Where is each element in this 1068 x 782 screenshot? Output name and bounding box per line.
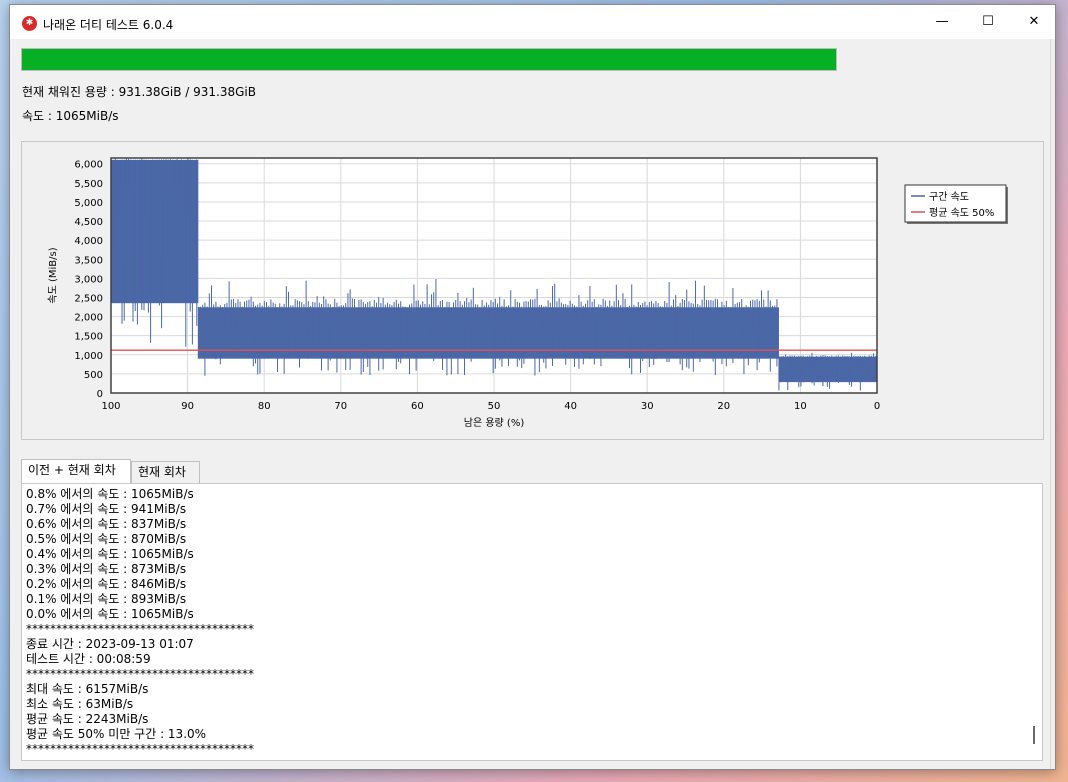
y-tick-label: 500	[84, 370, 103, 381]
log-line: 0.2% 에서의 속도 : 846MiB/s	[26, 577, 187, 591]
y-tick-label: 5,000	[74, 198, 103, 209]
x-tick-label: 10	[794, 401, 807, 412]
y-tick-label: 4,000	[74, 236, 103, 247]
y-tick-label: 5,500	[74, 179, 103, 190]
app-window: ✱ 나래온 더티 테스트 6.0.4 — ☐ ✕ 현재 채워진 용량 : 931…	[9, 4, 1056, 770]
log-line: **************************************	[26, 667, 254, 681]
speed-chart: 100 90 80 70 60 50 40 30 20 10 06,0005,5005,0004,5…	[47, 157, 1008, 429]
log-line: 종료 시간 : 2023-09-13 01:07	[26, 637, 194, 651]
speed-label: 속도 : 1065MiB/s	[22, 109, 119, 123]
log-line: 0.0% 에서의 속도 : 1065MiB/s	[26, 607, 194, 621]
y-tick-label: 3,500	[74, 255, 103, 266]
log-line: 0.7% 에서의 속도 : 941MiB/s	[26, 502, 187, 516]
y-tick-label: 3,000	[74, 274, 103, 285]
maximize-button[interactable]: ☐	[965, 5, 1011, 39]
window-divider	[1050, 39, 1051, 769]
y-tick-label: 0	[97, 389, 103, 400]
progress-bar	[21, 48, 837, 71]
y-tick-label: 1,500	[74, 332, 103, 343]
legend-label: 평균 속도 50%	[929, 207, 994, 219]
log-line: 평균 속도 : 2243MiB/s	[26, 712, 149, 726]
scrollbar-thumb[interactable]	[1033, 726, 1035, 744]
log-line: 0.6% 에서의 속도 : 837MiB/s	[26, 517, 187, 531]
y-tick-label: 2,500	[74, 293, 103, 304]
progress-bar-fill	[22, 49, 836, 70]
x-tick-label: 30	[641, 401, 654, 412]
x-tick-label: 50	[488, 401, 501, 412]
x-tick-label: 80	[258, 401, 271, 412]
x-axis-title: 남은 용량 (%)	[464, 417, 525, 429]
window-title: 나래온 더티 테스트 6.0.4	[43, 18, 174, 32]
y-tick-label: 2,000	[74, 313, 103, 324]
log-line: 0.4% 에서의 속도 : 1065MiB/s	[26, 547, 194, 561]
app-logo-icon: ✱	[22, 16, 37, 31]
x-tick-label: 60	[411, 401, 424, 412]
log-line: 0.3% 에서의 속도 : 873MiB/s	[26, 562, 187, 576]
y-tick-label: 4,500	[74, 217, 103, 228]
log-line: **************************************	[26, 622, 254, 636]
tab-current[interactable]: 현재 회차	[131, 461, 200, 483]
log-line: 최대 속도 : 6157MiB/s	[26, 682, 149, 696]
capacity-label: 현재 채워진 용량 : 931.38GiB / 931.38GiB	[22, 85, 256, 99]
y-tick-label: 6,000	[74, 160, 103, 171]
x-tick-label: 0	[874, 401, 880, 412]
close-button[interactable]: ✕	[1011, 5, 1057, 39]
log-line: **************************************	[26, 742, 254, 756]
x-tick-label: 70	[334, 401, 347, 412]
legend-label: 구간 속도	[929, 191, 969, 203]
log-line: 0.1% 에서의 속도 : 893MiB/s	[26, 592, 187, 606]
x-tick-label: 90	[181, 401, 194, 412]
title-bar[interactable]: ✱ 나래온 더티 테스트 6.0.4 — ☐ ✕	[10, 5, 1055, 39]
tab-previous-and-current[interactable]: 이전 + 현재 회차	[21, 459, 131, 483]
chart-panel: 100 90 80 70 60 50 40 30 20 10 0 6,000 5,500 5,000 4,5…	[21, 141, 1044, 440]
log-line: 최소 속도 : 63MiB/s	[26, 697, 134, 711]
log-output[interactable]: 0.8% 에서의 속도 : 1065MiB/s 0.7% 에서의 속도 : 941…	[21, 483, 1043, 761]
y-axis-title: 속도 (MiB/s)	[47, 247, 59, 303]
log-line: 테스트 시간 : 00:08:59	[26, 652, 151, 666]
x-tick-label: 100	[101, 401, 120, 412]
y-tick-label: 1,000	[74, 351, 103, 362]
x-tick-label: 40	[564, 401, 577, 412]
x-tick-label: 20	[717, 401, 730, 412]
log-line: 평균 속도 50% 미만 구간 : 13.0%	[26, 727, 207, 741]
minimize-button[interactable]: —	[919, 5, 965, 39]
log-lines: 0.8% 에서의 속도 : 1065MiB/s 0.7% 에서의 속도 : 941…	[26, 487, 254, 757]
log-line: 0.8% 에서의 속도 : 1065MiB/s	[26, 487, 194, 501]
log-line: 0.5% 에서의 속도 : 870MiB/s	[26, 532, 187, 546]
